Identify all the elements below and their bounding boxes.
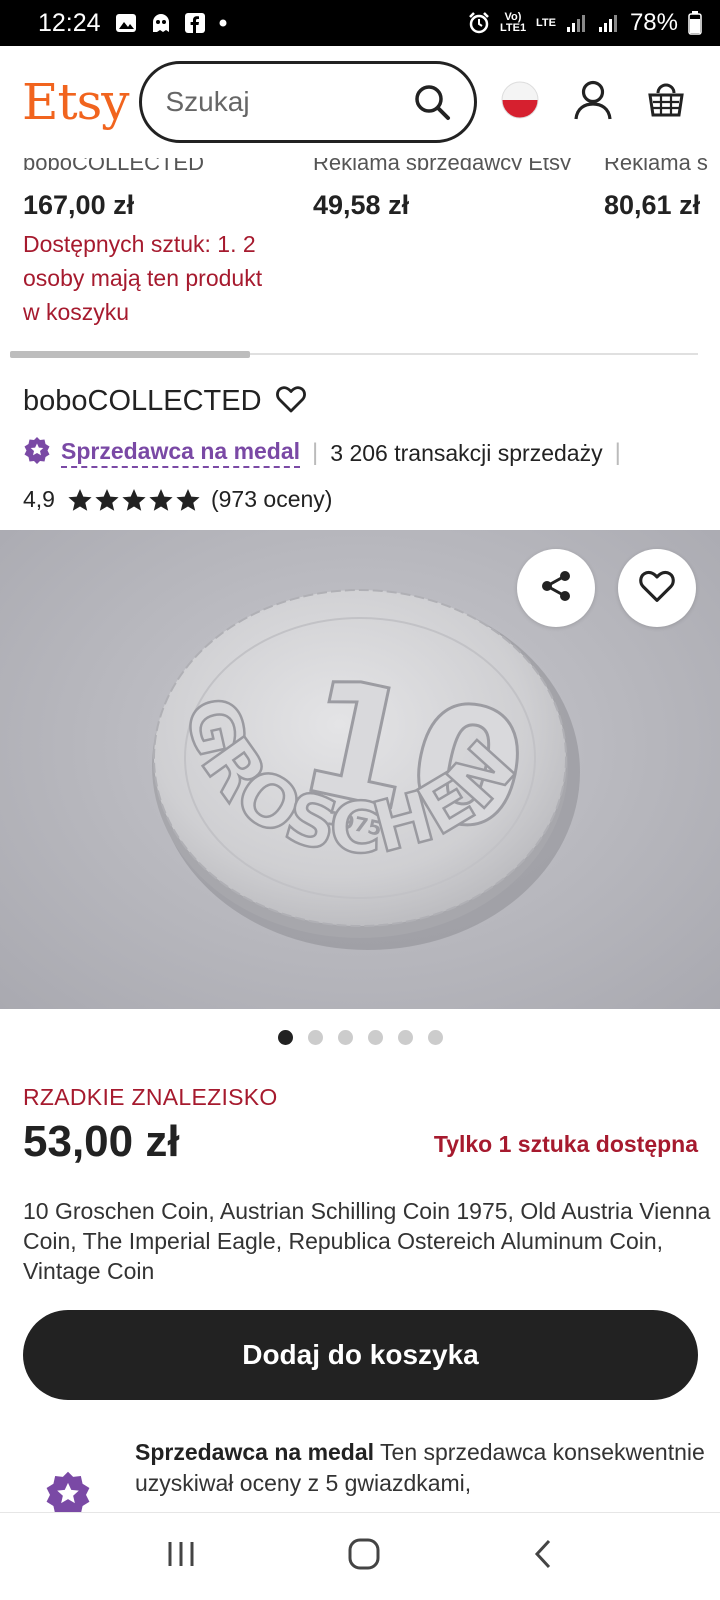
account-icon[interactable] — [573, 79, 613, 126]
listing-stock-note: Dostępnych sztuk: 1. 2 osoby mają ten pr… — [23, 231, 263, 325]
battery-percent: 78% — [629, 9, 678, 36]
pagination-dot[interactable] — [277, 1030, 293, 1045]
pagination-dot[interactable] — [427, 1030, 443, 1045]
back-icon[interactable] — [532, 1538, 554, 1575]
share-icon — [538, 568, 574, 609]
availability-note: Tylko 1 sztuka dostępna — [433, 1131, 698, 1157]
shop-name[interactable]: boboCOLLECTED — [23, 385, 262, 418]
shop-section: boboCOLLECTED Sprzedawca na medal | 3 20… — [23, 385, 703, 513]
coin-photo: 10 1975 GROSCHEN — [152, 589, 580, 950]
cart-icon[interactable] — [647, 81, 685, 124]
android-nav-bar — [0, 1512, 720, 1600]
listing-shop-name: boboCOLLECTED — [23, 158, 293, 170]
listing-image[interactable]: 10 1975 GROSCHEN — [0, 530, 720, 1009]
poland-flag-icon[interactable] — [501, 81, 539, 124]
related-listings-carousel[interactable]: boboCOLLECTED 167,00 zł Dostępnych sztuk… — [0, 158, 720, 358]
search-bar[interactable] — [138, 61, 477, 143]
carousel-scroll-thumb[interactable] — [10, 351, 250, 358]
signal-icon — [566, 13, 588, 33]
rating-value: 4,9 — [23, 486, 55, 512]
listing-price: 49,58 zł — [313, 190, 410, 220]
listing-price-main: 53,00 zł — [23, 1117, 180, 1166]
rare-find-tag: RZADKIE ZNALEZISKO — [23, 1084, 278, 1110]
status-bar: 12:24 Vo) LTE1 LTE 78% — [0, 0, 720, 46]
pagination-dot[interactable] — [307, 1030, 323, 1045]
gallery-notification-icon — [115, 13, 137, 33]
listing-price: 80,61 zł — [604, 190, 701, 220]
divider: | — [614, 439, 621, 466]
listing-ad-label: Reklama s — [604, 158, 720, 170]
recent-apps-icon[interactable] — [166, 1540, 196, 1573]
listing-price: 167,00 zł — [23, 190, 135, 220]
search-icon[interactable] — [412, 82, 452, 122]
divider: | — [312, 439, 319, 466]
more-notifications-dot-icon — [219, 19, 227, 27]
star-icon — [68, 488, 92, 511]
signal-2-icon — [598, 13, 620, 33]
pagination-dot[interactable] — [367, 1030, 383, 1045]
related-listing-card[interactable]: Reklama s 80,61 zł — [604, 158, 720, 221]
star-seller-badge-icon — [23, 436, 51, 470]
volte-indicator: Vo) LTE1 — [499, 11, 527, 34]
favorite-shop-heart-icon[interactable] — [275, 385, 306, 418]
heart-icon — [639, 569, 675, 608]
listing-ad-label: Reklama sprzedawcy Etsy — [313, 158, 581, 170]
listing-title: 10 Groschen Coin, Austrian Schilling Coi… — [23, 1198, 711, 1284]
ghost-notification-icon — [151, 12, 171, 34]
battery-icon — [688, 11, 702, 35]
clock: 12:24 — [38, 8, 101, 37]
star-icon — [149, 488, 173, 511]
star-icon — [122, 488, 146, 511]
star-icon — [176, 488, 200, 511]
facebook-notification-icon — [184, 13, 205, 33]
star-seller-link[interactable]: Sprzedawca na medal — [61, 438, 301, 468]
share-button[interactable] — [517, 549, 595, 627]
pagination-dot[interactable] — [397, 1030, 413, 1045]
app-header: Etsy — [0, 46, 720, 158]
star-icon — [95, 488, 119, 511]
alarm-icon — [468, 12, 490, 34]
image-pagination — [0, 1030, 720, 1045]
pagination-dot[interactable] — [337, 1030, 353, 1045]
add-to-cart-button[interactable]: Dodaj do koszyka — [23, 1310, 698, 1400]
home-icon[interactable] — [347, 1537, 381, 1576]
lte-indicator: LTE — [535, 16, 556, 29]
etsy-logo[interactable]: Etsy — [22, 73, 129, 131]
star-seller-description: Sprzedawca na medal Ten sprzedawca konse… — [135, 1437, 705, 1511]
sales-count: 3 206 transakcji sprzedaży — [330, 439, 603, 466]
shop-rating[interactable]: 4,9 (973 oceny) — [23, 486, 703, 513]
rating-stars — [67, 488, 201, 512]
search-input[interactable] — [165, 86, 396, 118]
related-listing-card[interactable]: boboCOLLECTED 167,00 zł Dostępnych sztuk… — [23, 158, 293, 329]
rating-count: (973 oceny) — [210, 486, 333, 512]
related-listing-card[interactable]: Reklama sprzedawcy Etsy 49,58 zł — [313, 158, 583, 221]
favorite-listing-button[interactable] — [618, 549, 696, 627]
star-seller-title: Sprzedawca na medal — [135, 1439, 375, 1465]
